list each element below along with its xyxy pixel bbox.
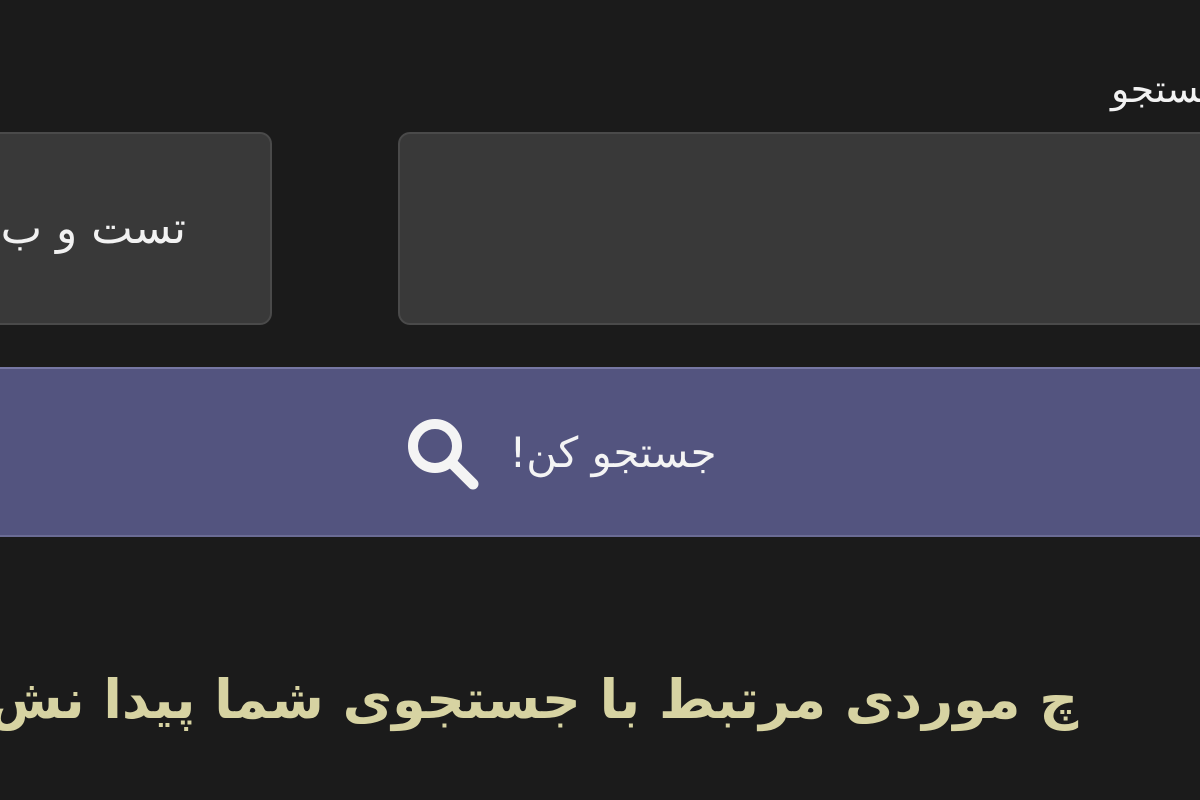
search-label: جستجو xyxy=(1110,67,1200,111)
empty-results-message: چ موردی مرتبط با جستجوی شما پیدا نش xyxy=(0,668,1079,731)
search-button[interactable]: جستجو کن! xyxy=(0,367,1200,537)
search-icon xyxy=(408,419,479,490)
search-page: جستجو تست و ب جستجو کن! چ موردی مرتبط با… xyxy=(0,0,1200,800)
category-selected-value: تست و ب xyxy=(0,203,186,254)
search-input[interactable] xyxy=(398,132,1200,325)
search-button-label: جستجو کن! xyxy=(509,427,717,477)
category-select[interactable]: تست و ب xyxy=(0,132,272,325)
